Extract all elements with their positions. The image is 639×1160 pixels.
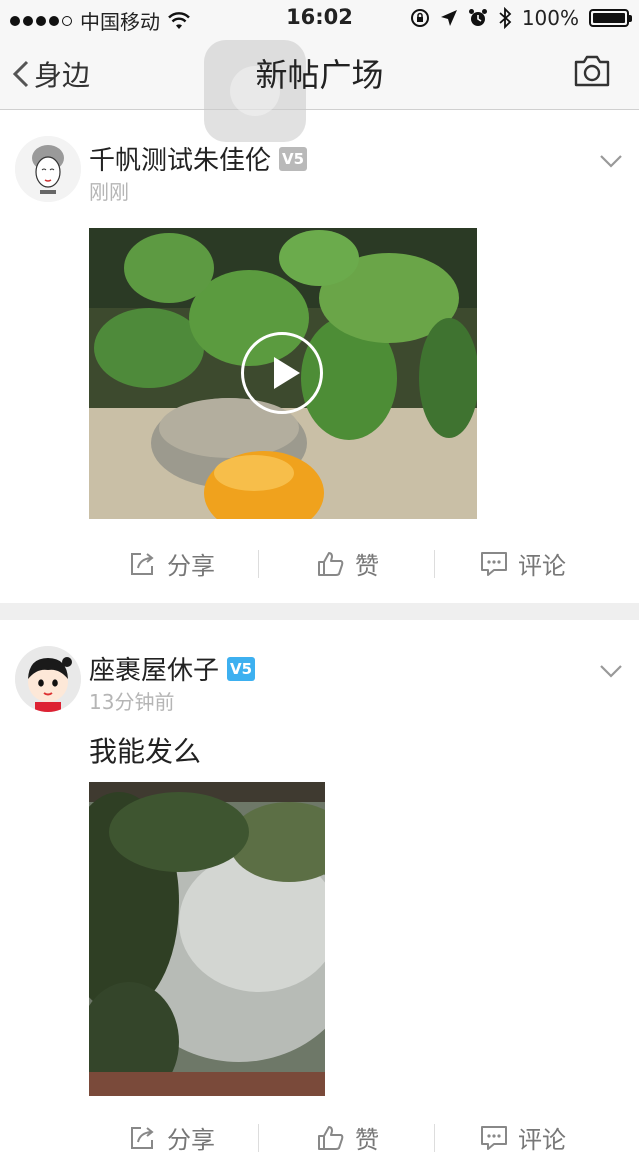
thumbs-up-icon bbox=[318, 1125, 344, 1150]
avatar-illustration bbox=[15, 646, 81, 712]
like-label: 赞 bbox=[355, 552, 379, 580]
divider bbox=[258, 1124, 259, 1152]
username[interactable]: 千帆测试朱佳伦 bbox=[89, 140, 271, 177]
comment-button[interactable]: 评论 bbox=[480, 1120, 566, 1155]
alarm-icon bbox=[468, 9, 487, 26]
comment-button[interactable]: 评论 bbox=[480, 546, 566, 581]
navigation-bar: 身边 新帖广场 bbox=[0, 36, 639, 142]
username-row: 座裹屋休子 V5 bbox=[89, 650, 256, 687]
post-card: 座裹屋休子 V5 13分钟前 我能发么 分享 赞 评论 bbox=[0, 620, 639, 1154]
share-button[interactable]: 分享 bbox=[129, 1120, 215, 1155]
thumbs-up-icon bbox=[318, 551, 344, 576]
avatar[interactable] bbox=[15, 136, 81, 202]
location-arrow-icon bbox=[440, 10, 457, 26]
username[interactable]: 座裹屋休子 bbox=[89, 650, 219, 687]
share-label: 分享 bbox=[167, 1126, 215, 1154]
chevron-down-icon[interactable] bbox=[599, 154, 623, 168]
vip-badge: V5 bbox=[279, 146, 308, 171]
avatar-illustration bbox=[15, 136, 81, 202]
play-button[interactable] bbox=[241, 332, 323, 414]
video-thumbnail[interactable] bbox=[89, 228, 477, 519]
like-button[interactable]: 赞 bbox=[317, 1120, 379, 1155]
share-button[interactable]: 分享 bbox=[129, 546, 215, 581]
share-label: 分享 bbox=[167, 552, 215, 580]
page-title: 新帖广场 bbox=[255, 56, 384, 94]
post-image[interactable] bbox=[89, 782, 325, 1096]
comment-label: 评论 bbox=[518, 1126, 566, 1154]
chevron-down-icon[interactable] bbox=[599, 664, 623, 678]
bluetooth-icon bbox=[499, 7, 512, 29]
post-text: 我能发么 bbox=[89, 735, 202, 768]
pond-photo bbox=[89, 782, 325, 1096]
rotation-lock-icon bbox=[410, 9, 429, 27]
camera-icon[interactable] bbox=[573, 54, 611, 88]
share-icon bbox=[131, 1126, 154, 1149]
like-label: 赞 bbox=[355, 1126, 379, 1154]
post-card: 千帆测试朱佳伦 V5 刚刚 分享 赞 评论 bbox=[0, 110, 639, 604]
username-row: 千帆测试朱佳伦 V5 bbox=[89, 140, 308, 177]
post-time: 13分钟前 bbox=[89, 690, 175, 714]
vip-badge: V5 bbox=[227, 656, 256, 681]
divider bbox=[434, 1124, 435, 1152]
battery-icon bbox=[589, 9, 632, 27]
comment-icon bbox=[481, 1125, 507, 1150]
divider bbox=[434, 550, 435, 578]
status-bar: 中国移动 16:02 100% bbox=[0, 0, 639, 36]
post-actions: 分享 赞 评论 bbox=[0, 1120, 639, 1160]
like-button[interactable]: 赞 bbox=[317, 546, 379, 581]
comment-icon bbox=[481, 551, 507, 576]
divider bbox=[258, 550, 259, 578]
post-separator bbox=[0, 603, 639, 620]
share-icon bbox=[131, 552, 154, 575]
avatar[interactable] bbox=[15, 646, 81, 712]
post-actions: 分享 赞 评论 bbox=[0, 546, 639, 586]
battery-percent: 100% bbox=[521, 6, 579, 30]
post-time: 刚刚 bbox=[89, 180, 129, 204]
comment-label: 评论 bbox=[518, 552, 566, 580]
